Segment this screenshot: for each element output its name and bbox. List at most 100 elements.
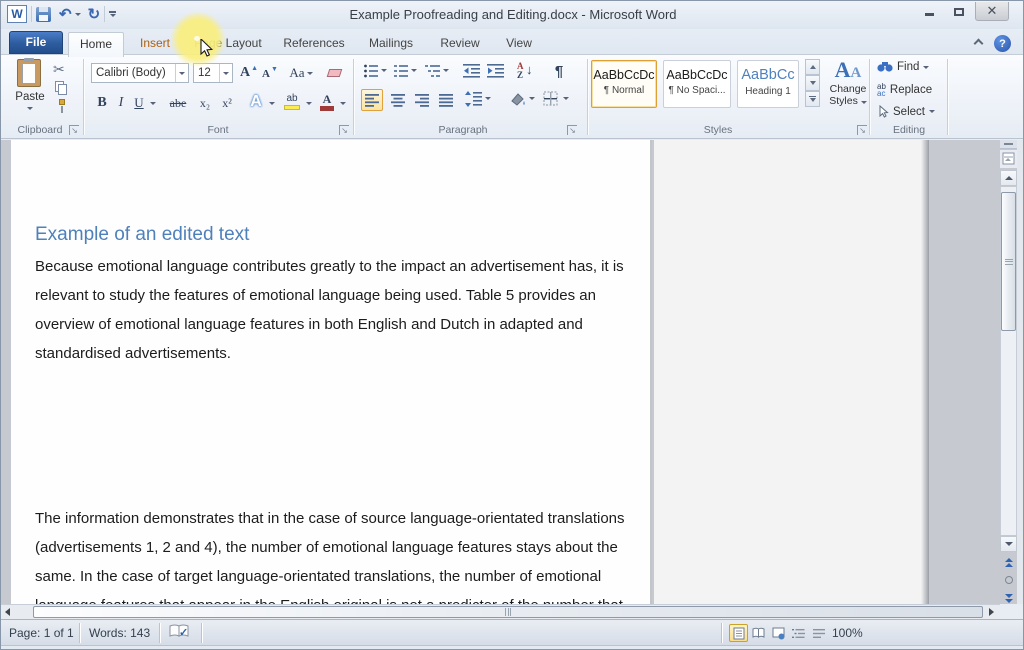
clipboard-icon	[17, 59, 41, 87]
text-effects-dropdown-icon[interactable]	[269, 102, 275, 105]
vertical-scrollbar-thumb[interactable]	[1001, 192, 1016, 331]
view-web-layout-button[interactable]	[769, 624, 788, 642]
scroll-right-icon[interactable]	[989, 608, 994, 616]
style-heading1[interactable]: AaBbCc Heading 1	[737, 60, 799, 108]
italic-button[interactable]: I	[113, 93, 129, 113]
multilevel-dropdown-icon[interactable]	[443, 69, 449, 72]
horizontal-scrollbar-thumb[interactable]	[33, 606, 983, 618]
view-print-layout-button[interactable]	[729, 624, 748, 642]
tab-home[interactable]: Home	[68, 32, 124, 57]
view-full-screen-reading-button[interactable]	[749, 624, 768, 642]
clear-formatting-button[interactable]	[323, 63, 345, 83]
increase-indent-button[interactable]	[487, 63, 504, 84]
show-hide-pilcrow-button[interactable]: ¶	[549, 61, 569, 81]
align-center-button[interactable]	[387, 89, 409, 111]
shading-dropdown-icon[interactable]	[529, 97, 535, 100]
find-button[interactable]: Find	[877, 61, 929, 73]
format-painter-icon[interactable]	[55, 99, 69, 113]
text-effects-button[interactable]: A	[245, 91, 267, 113]
bullets-button[interactable]	[363, 63, 379, 84]
change-styles-button[interactable]: AA Change Styles	[827, 57, 869, 123]
paste-label[interactable]: Paste	[7, 91, 53, 103]
shrink-font-button[interactable]: A▼	[261, 64, 279, 83]
style-no-spacing[interactable]: AaBbCcDc ¶ No Spaci...	[663, 60, 731, 108]
paste-dropdown-icon[interactable]	[27, 107, 33, 110]
paragraph-line: language features that appear in the Eng…	[35, 591, 645, 604]
scroll-up-button[interactable]	[1000, 170, 1017, 186]
shading-button[interactable]	[509, 91, 527, 112]
page-indicator[interactable]: Page: 1 of 1	[9, 626, 74, 640]
font-color-button[interactable]: A	[317, 91, 337, 113]
scroll-left-icon[interactable]	[5, 608, 10, 616]
font-size-combo[interactable]: 12	[193, 63, 233, 83]
horizontal-scrollbar[interactable]	[1, 604, 1000, 619]
font-name-combo[interactable]: Calibri (Body)	[91, 63, 189, 83]
minimize-button[interactable]	[915, 2, 943, 21]
align-right-button[interactable]	[411, 89, 433, 111]
decrease-indent-button[interactable]	[463, 63, 480, 84]
line-spacing-dropdown-icon[interactable]	[485, 97, 491, 100]
styles-dialog-launcher-icon[interactable]: ↘	[857, 125, 867, 135]
line-spacing-button[interactable]	[465, 91, 482, 112]
borders-button[interactable]	[543, 91, 559, 112]
next-page-preview[interactable]	[654, 140, 928, 604]
copy-icon[interactable]	[55, 81, 68, 95]
split-handle[interactable]	[1000, 140, 1017, 149]
zoom-level[interactable]: 100%	[832, 626, 863, 640]
grow-font-button[interactable]: A▲	[239, 63, 259, 83]
tab-references[interactable]: References	[281, 32, 347, 54]
paste-button[interactable]	[13, 59, 47, 89]
underline-button[interactable]: U	[131, 93, 147, 113]
tab-review[interactable]: Review	[433, 32, 487, 54]
select-browse-object-button[interactable]	[1000, 572, 1017, 588]
view-outline-button[interactable]	[789, 624, 808, 642]
bullets-dropdown-icon[interactable]	[381, 69, 387, 72]
tab-file[interactable]: File	[9, 31, 63, 54]
styles-scroll-up-icon[interactable]	[805, 59, 820, 75]
close-button[interactable]: ✕	[975, 2, 1009, 21]
style-normal[interactable]: AaBbCcDc ¶ Normal	[591, 60, 657, 108]
bold-button[interactable]: B	[93, 93, 111, 113]
justify-button[interactable]	[435, 89, 457, 111]
tab-insert[interactable]: Insert	[129, 32, 181, 54]
maximize-button[interactable]	[945, 2, 973, 21]
paragraph-line: same. In the case of target language-ori…	[35, 562, 645, 591]
styles-more-icon[interactable]	[805, 91, 820, 107]
styles-scroll-down-icon[interactable]	[805, 75, 820, 91]
clipboard-dialog-launcher-icon[interactable]: ↘	[69, 125, 79, 135]
select-button[interactable]: Select	[877, 105, 935, 118]
tab-view[interactable]: View	[497, 32, 541, 54]
word-count[interactable]: Words: 143	[89, 626, 150, 640]
highlight-button[interactable]: ab	[281, 91, 303, 113]
align-left-button[interactable]	[361, 89, 383, 111]
numbering-button[interactable]	[393, 63, 409, 81]
subscript-button[interactable]: x₂	[195, 93, 215, 113]
status-bar: Page: 1 of 1 Words: 143 ✓ 100% − +	[1, 619, 1024, 645]
proofing-status-button[interactable]: ✓	[169, 624, 193, 641]
document-heading: Example of an edited text	[35, 224, 249, 246]
scroll-down-button[interactable]	[1000, 536, 1017, 552]
replace-button[interactable]: abac Replace	[877, 83, 932, 97]
numbering-dropdown-icon[interactable]	[411, 69, 417, 72]
change-case-button[interactable]: Aa	[287, 63, 315, 83]
tab-page-layout[interactable]: Page Layout	[185, 32, 271, 54]
highlight-dropdown-icon[interactable]	[306, 102, 312, 105]
borders-dropdown-icon[interactable]	[563, 97, 569, 100]
help-icon[interactable]: ?	[994, 35, 1011, 52]
next-page-button[interactable]	[1000, 590, 1017, 606]
view-draft-button[interactable]	[809, 624, 828, 642]
cut-icon[interactable]: ✂	[53, 61, 65, 78]
view-ruler-button[interactable]	[1000, 150, 1017, 168]
document-page[interactable]: Example of an edited text Because emotio…	[11, 140, 652, 604]
paragraph-dialog-launcher-icon[interactable]: ↘	[567, 125, 577, 135]
font-color-dropdown-icon[interactable]	[340, 102, 346, 105]
strikethrough-button[interactable]: abe	[165, 93, 191, 113]
multilevel-list-button[interactable]	[425, 63, 441, 84]
superscript-button[interactable]: x²	[217, 93, 237, 113]
minimize-ribbon-icon[interactable]	[974, 39, 984, 49]
underline-dropdown-icon[interactable]	[150, 102, 156, 105]
previous-page-button[interactable]	[1000, 554, 1017, 570]
font-dialog-launcher-icon[interactable]: ↘	[339, 125, 349, 135]
sort-button[interactable]: A Z ↓	[517, 61, 539, 81]
tab-mailings[interactable]: Mailings	[361, 32, 421, 54]
